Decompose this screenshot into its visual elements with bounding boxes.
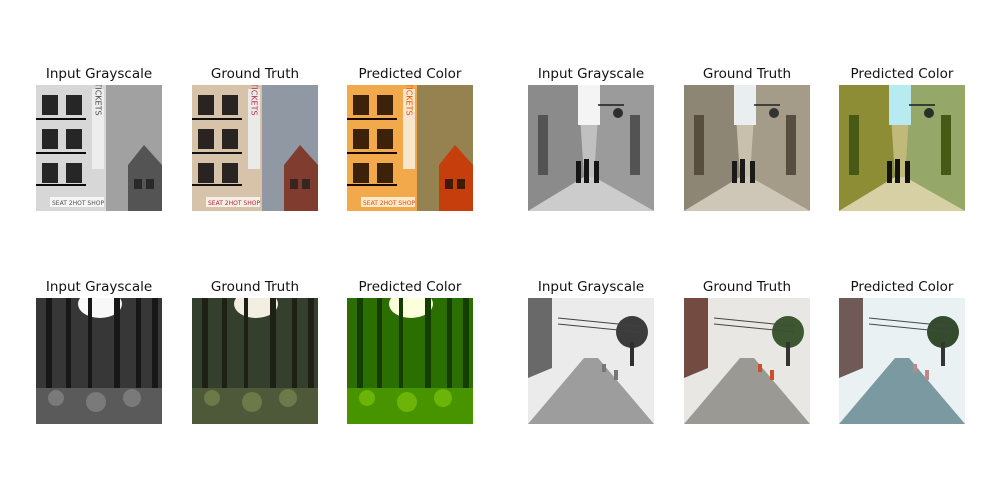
banner-text: SEAT 2HOT SHOP xyxy=(52,200,104,207)
panel-title: Ground Truth xyxy=(702,66,792,82)
panel-title: Input Grayscale xyxy=(537,66,645,82)
panel-title: Input Grayscale xyxy=(45,66,153,82)
building-ground-truth-image: TICKETS SEAT 2HOT SHOP xyxy=(192,85,318,211)
forest-grayscale-image xyxy=(36,298,162,424)
street-ground-truth-image xyxy=(684,298,810,424)
panel-title: Predicted Color xyxy=(358,66,462,82)
street-predicted-image xyxy=(839,298,965,424)
building-grayscale-image: TICKETS SEAT 2HOT SHOP xyxy=(36,85,162,211)
banner-text: SEAT 2HOT SHOP xyxy=(363,200,415,207)
banner-text: SEAT 2HOT SHOP xyxy=(208,200,260,207)
sign-text: TICKETS xyxy=(250,85,259,116)
sign-text: TICKETS xyxy=(94,85,103,116)
panel-title: Predicted Color xyxy=(358,279,462,295)
panel-title: Ground Truth xyxy=(702,279,792,295)
street-grayscale-image xyxy=(528,298,654,424)
panel-title: Ground Truth xyxy=(210,66,300,82)
sign-text: TICKETS xyxy=(405,85,414,116)
alley-predicted-image xyxy=(839,85,965,211)
alley-grayscale-image xyxy=(528,85,654,211)
forest-ground-truth-image xyxy=(192,298,318,424)
panel-title: Ground Truth xyxy=(210,279,300,295)
building-predicted-image: TICKETS SEAT 2HOT SHOP xyxy=(347,85,473,211)
panel-title: Predicted Color xyxy=(850,66,954,82)
panel-title: Input Grayscale xyxy=(537,279,645,295)
panel-title: Predicted Color xyxy=(850,279,954,295)
forest-predicted-image xyxy=(347,298,473,424)
alley-ground-truth-image xyxy=(684,85,810,211)
panel-title: Input Grayscale xyxy=(45,279,153,295)
